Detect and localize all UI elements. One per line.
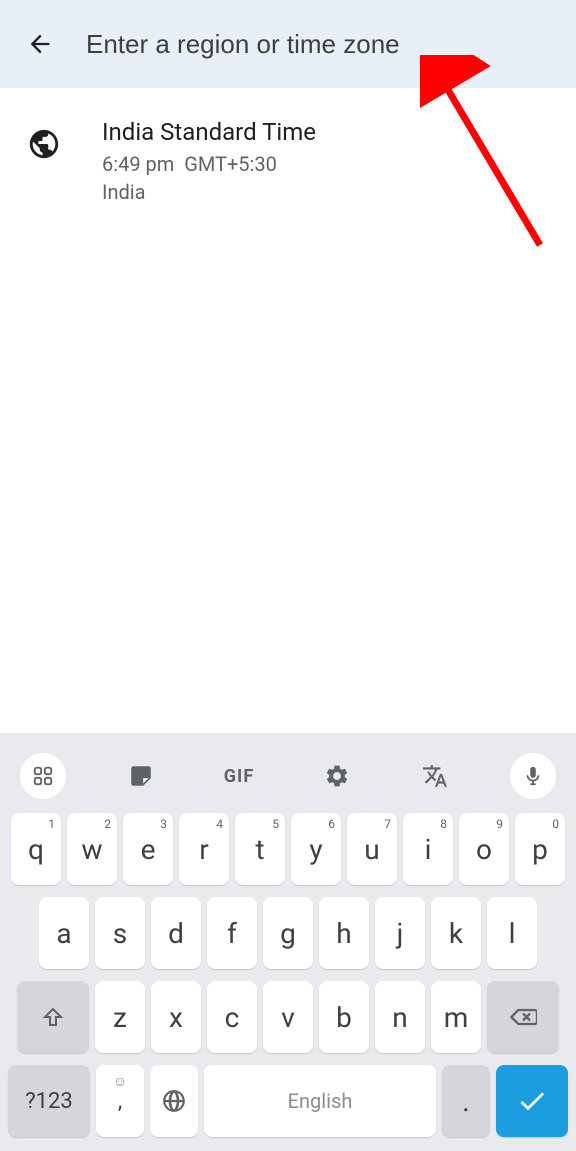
arrow-back-icon (26, 30, 54, 58)
keyboard-row-1: q1w2e3r4t5y6u7i8o9p0 (6, 813, 570, 885)
key-b[interactable]: b (319, 981, 369, 1053)
key-c[interactable]: c (207, 981, 257, 1053)
key-h[interactable]: h (319, 897, 369, 969)
key-u[interactable]: u7 (347, 813, 397, 885)
key-m[interactable]: m (431, 981, 481, 1053)
key-backspace[interactable] (487, 981, 559, 1053)
key-g[interactable]: g (263, 897, 313, 969)
result-title: India Standard Time (102, 118, 552, 146)
key-s[interactable]: s (95, 897, 145, 969)
key-o[interactable]: o9 (459, 813, 509, 885)
key-period[interactable]: . (442, 1065, 490, 1137)
key-e[interactable]: e3 (123, 813, 173, 885)
key-v[interactable]: v (263, 981, 313, 1053)
key-r[interactable]: r4 (179, 813, 229, 885)
result-offset: GMT+5:30 (184, 152, 277, 176)
translate-icon[interactable] (412, 753, 458, 799)
key-z[interactable]: z (95, 981, 145, 1053)
keyboard-toolbar: GIF (6, 745, 570, 813)
settings-icon[interactable] (314, 753, 360, 799)
keyboard-row-3: zxcvbnm (6, 981, 570, 1053)
keyboard-row-2: asdfghjkl (6, 897, 570, 969)
result-region: India (102, 180, 552, 204)
key-a[interactable]: a (39, 897, 89, 969)
key-enter[interactable] (496, 1065, 568, 1137)
back-button[interactable] (16, 20, 64, 68)
key-t[interactable]: t5 (235, 813, 285, 885)
key-y[interactable]: y6 (291, 813, 341, 885)
key-l[interactable]: l (487, 897, 537, 969)
backspace-icon (509, 1003, 537, 1031)
key-shift[interactable] (17, 981, 89, 1053)
key-p[interactable]: p0 (515, 813, 565, 885)
key-space[interactable]: English (204, 1065, 436, 1137)
search-header (0, 0, 576, 88)
gif-button[interactable]: GIF (216, 753, 262, 799)
key-symbols[interactable]: ?123 (8, 1065, 90, 1137)
key-f[interactable]: f (207, 897, 257, 969)
result-subtitle: 6:49 pm GMT+5:30 (102, 152, 552, 176)
check-icon (516, 1085, 548, 1117)
result-time: 6:49 pm (102, 152, 174, 176)
key-i[interactable]: i8 (403, 813, 453, 885)
result-text-block: India Standard Time 6:49 pm GMT+5:30 Ind… (102, 118, 552, 204)
key-d[interactable]: d (151, 897, 201, 969)
key-k[interactable]: k (431, 897, 481, 969)
globe-icon (24, 124, 64, 164)
key-n[interactable]: n (375, 981, 425, 1053)
on-screen-keyboard: GIF q1w2e3r4t5y6u7i8o9p0 asdfghjkl zxcvb… (0, 733, 576, 1151)
globe-language-icon (161, 1088, 187, 1114)
timezone-result[interactable]: India Standard Time 6:49 pm GMT+5:30 Ind… (0, 88, 576, 204)
key-j[interactable]: j (375, 897, 425, 969)
keyboard-more-icon[interactable] (20, 753, 66, 799)
sticker-icon[interactable] (118, 753, 164, 799)
search-input[interactable] (86, 29, 560, 60)
shift-icon (41, 1005, 65, 1029)
key-w[interactable]: w2 (67, 813, 117, 885)
key-language[interactable] (150, 1065, 198, 1137)
emoji-hint-icon: ☺ (113, 1073, 127, 1090)
key-comma[interactable]: ☺ , (96, 1065, 144, 1137)
keyboard-row-4: ?123 ☺ , English . (6, 1065, 570, 1137)
key-x[interactable]: x (151, 981, 201, 1053)
mic-icon[interactable] (510, 753, 556, 799)
key-q[interactable]: q1 (11, 813, 61, 885)
